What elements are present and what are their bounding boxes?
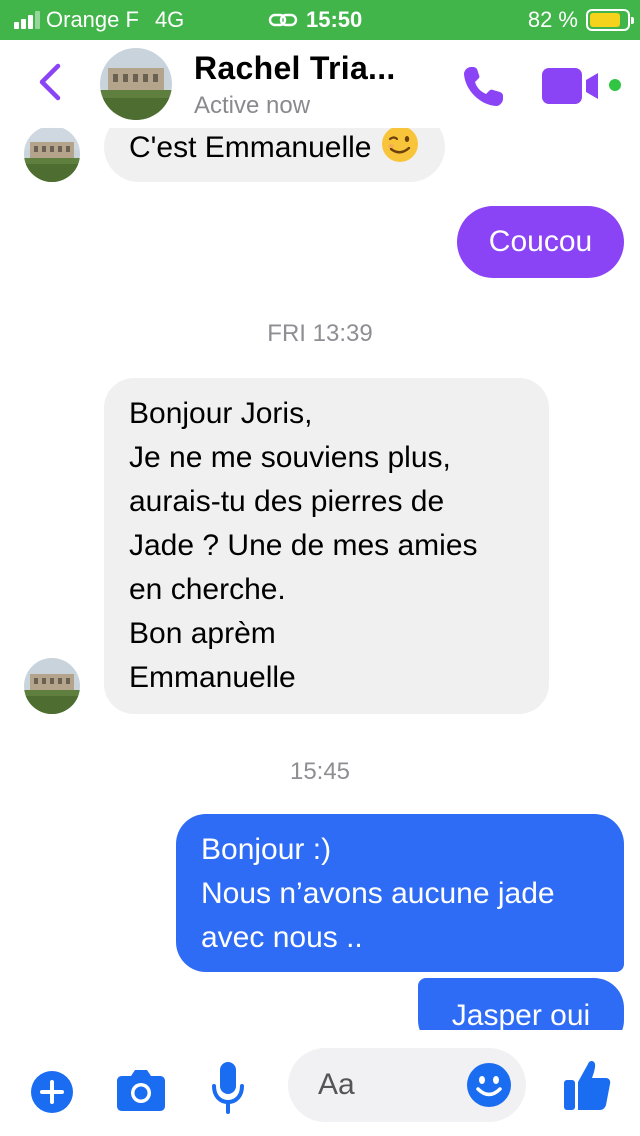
contact-status: Active now bbox=[194, 92, 311, 119]
message-line: avec nous .. bbox=[201, 921, 363, 954]
smiley-icon[interactable] bbox=[466, 1062, 512, 1108]
contact-name[interactable]: Rachel Tria... bbox=[194, 50, 396, 87]
plus-icon[interactable] bbox=[30, 1070, 74, 1114]
message-input[interactable]: Aa bbox=[288, 1048, 526, 1122]
message-line: aurais-tu des pierres de bbox=[129, 485, 445, 518]
message-line: Emmanuelle bbox=[129, 661, 296, 694]
message-line: Bonjour Joris, bbox=[129, 397, 313, 430]
video-camera-icon[interactable] bbox=[542, 68, 604, 104]
contact-avatar[interactable] bbox=[24, 126, 80, 182]
message-line: Bon aprèm bbox=[129, 617, 276, 650]
chateau-photo bbox=[24, 126, 80, 182]
chateau-photo bbox=[100, 48, 172, 120]
contact-avatar[interactable] bbox=[24, 658, 80, 714]
chat-thread[interactable]: C'est Emmanuelle Coucou FRI 13:39 Bonjou… bbox=[0, 0, 640, 1136]
message-text: Coucou bbox=[488, 225, 593, 258]
online-status-dot bbox=[606, 76, 624, 94]
camera-icon[interactable] bbox=[116, 1066, 166, 1112]
phone-icon[interactable] bbox=[458, 62, 508, 112]
message-line: Je ne me souviens plus, bbox=[129, 441, 451, 474]
message-input-placeholder: Aa bbox=[318, 1068, 355, 1101]
message-line: Nous n’avons aucune jade bbox=[201, 877, 555, 910]
microphone-icon[interactable] bbox=[210, 1060, 246, 1116]
message-line: en cherche. bbox=[129, 573, 286, 606]
thumbs-up-icon[interactable] bbox=[562, 1058, 612, 1112]
message-line: Jade ? Une de mes amies bbox=[129, 529, 478, 562]
contact-avatar[interactable] bbox=[100, 48, 172, 120]
winking-face-emoji bbox=[381, 126, 418, 162]
message-composer: Aa bbox=[0, 1030, 640, 1136]
message-line: Bonjour :) bbox=[201, 833, 332, 866]
message-text: Jasper oui bbox=[451, 999, 591, 1032]
message-bubble-incoming[interactable]: Bonjour Joris, Je ne me souviens plus, a… bbox=[104, 378, 549, 714]
timestamp: FRI 13:39 bbox=[267, 320, 373, 347]
chevron-left-icon[interactable] bbox=[32, 60, 68, 104]
chateau-photo bbox=[24, 658, 80, 714]
message-text: C'est Emmanuelle bbox=[129, 131, 372, 164]
timestamp: 15:45 bbox=[289, 758, 351, 785]
conversation-header: Rachel Tria... Active now bbox=[0, 40, 640, 128]
message-bubble-outgoing[interactable]: Bonjour :) Nous n’avons aucune jade avec… bbox=[176, 814, 624, 972]
message-bubble-outgoing[interactable]: Coucou bbox=[457, 206, 624, 278]
